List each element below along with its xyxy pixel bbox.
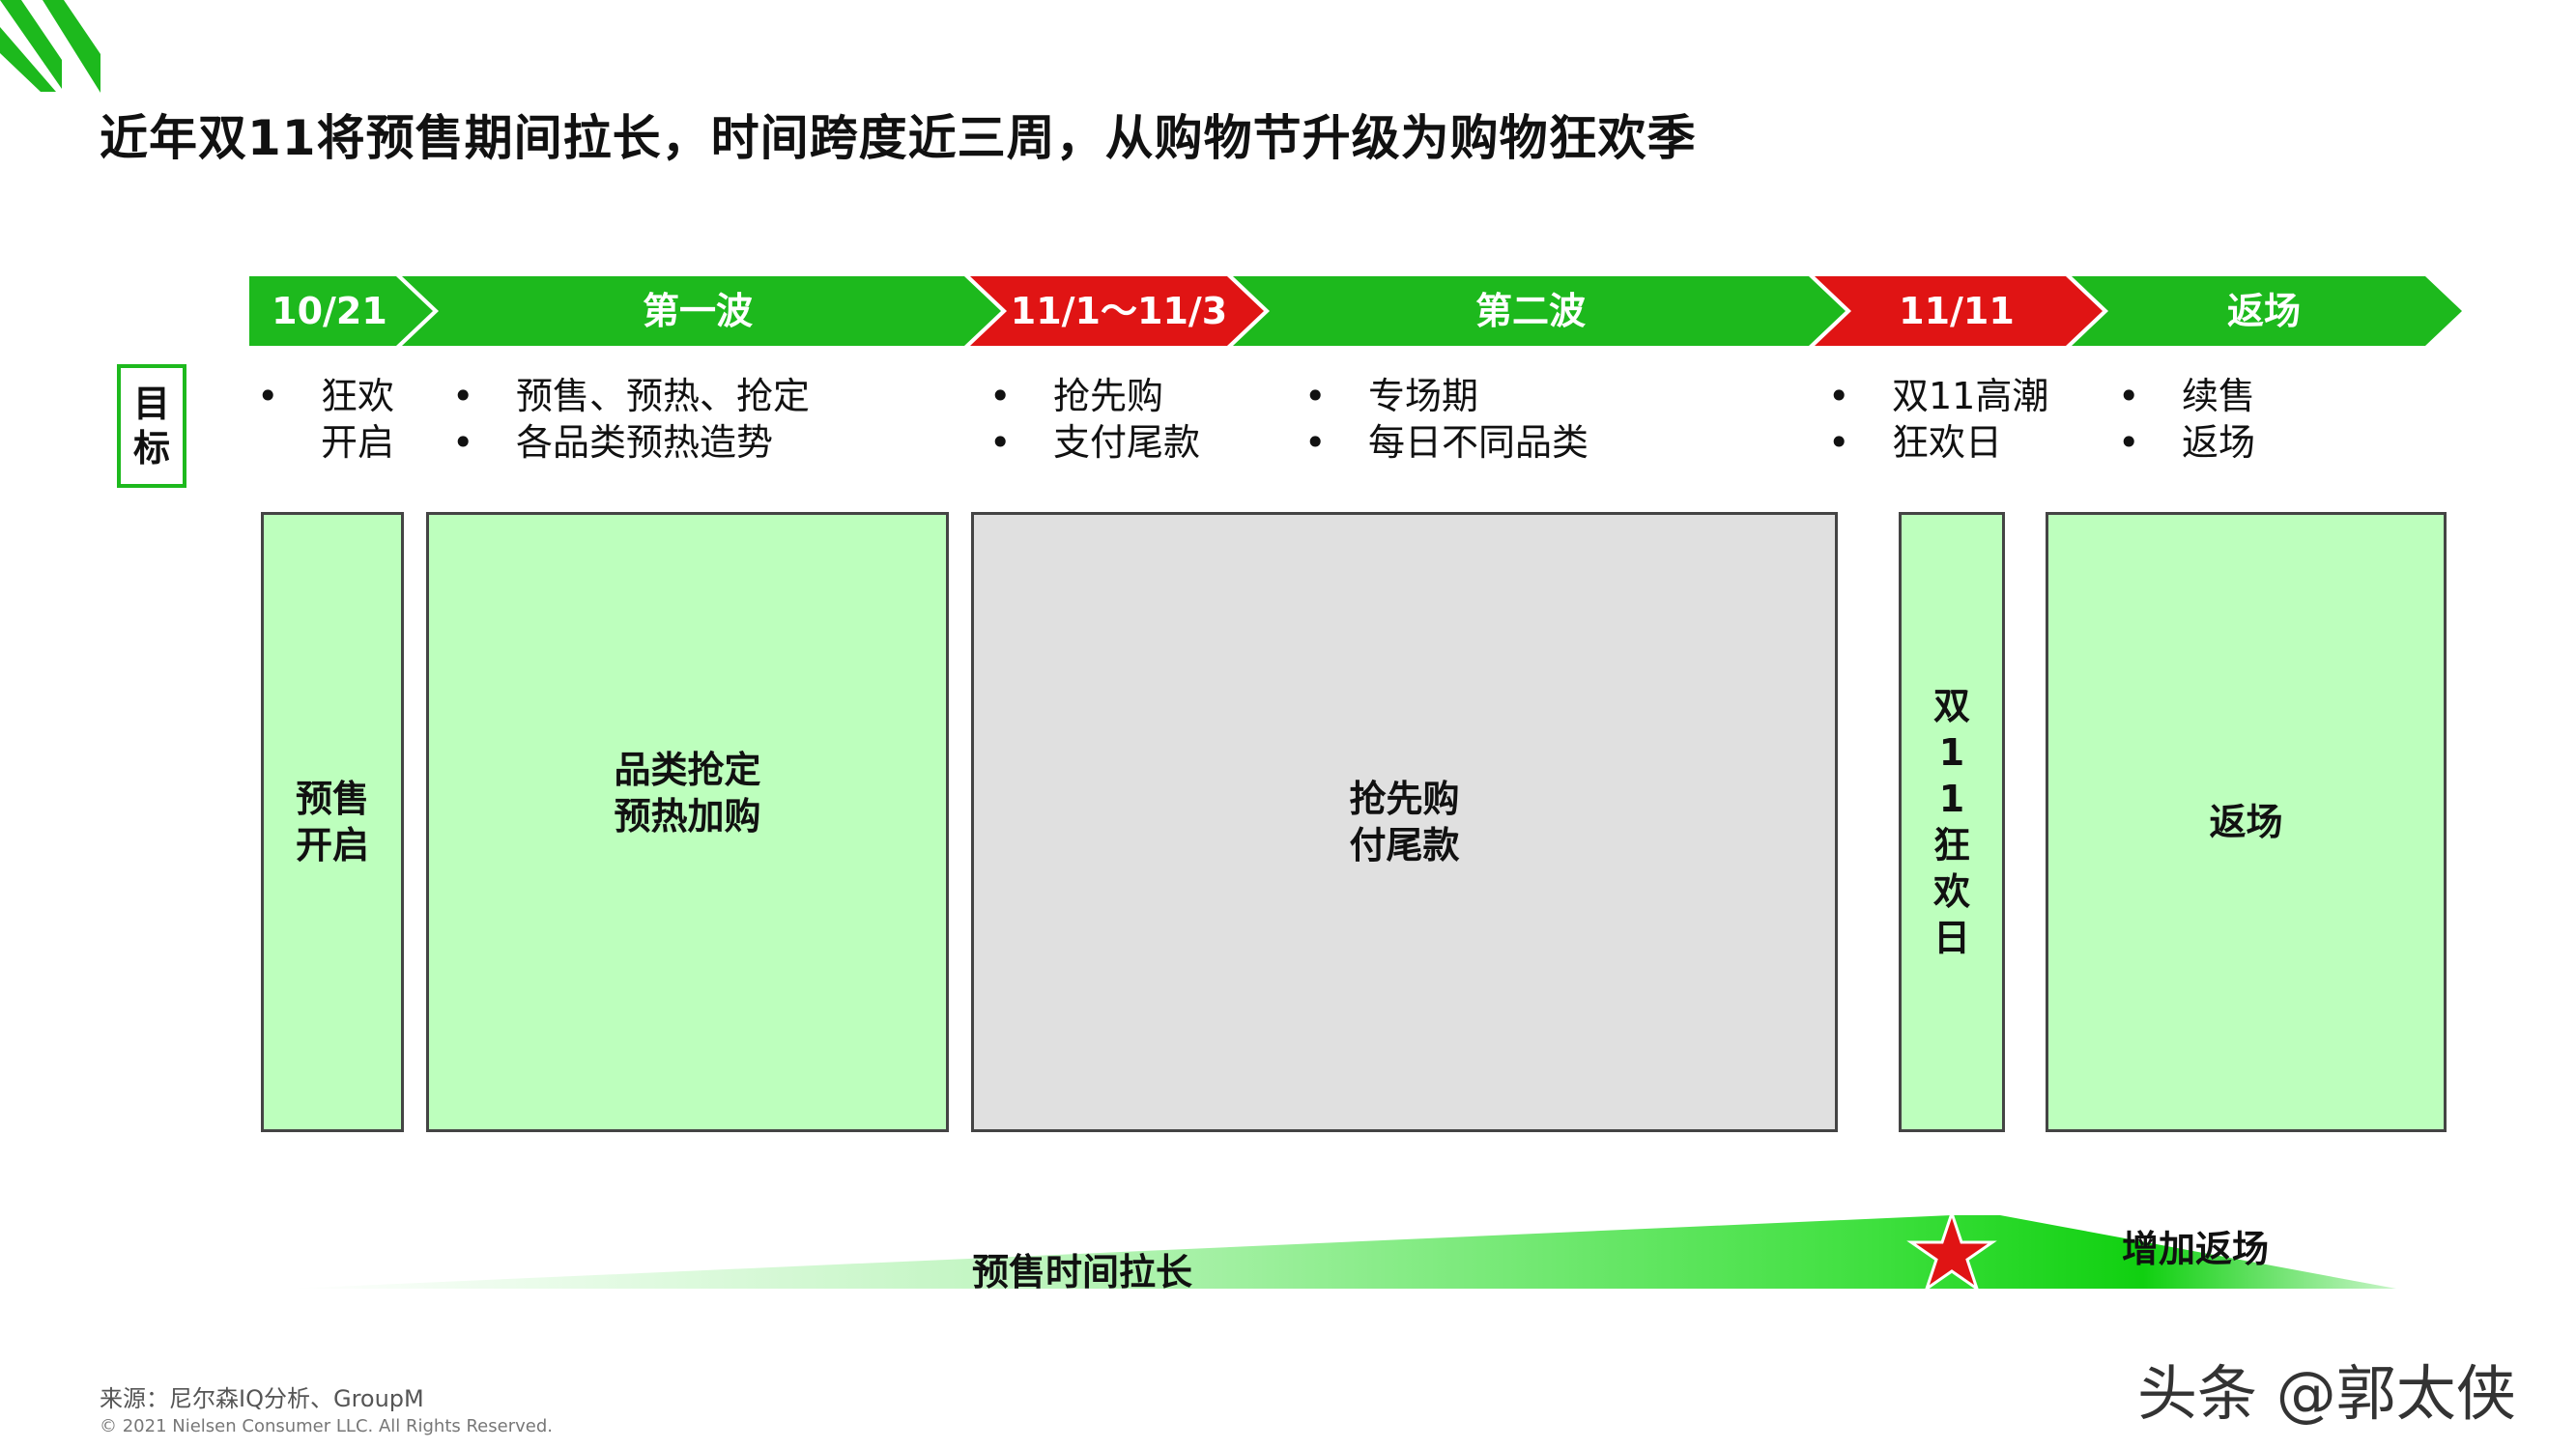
phase-label: 第一波 <box>642 290 753 332</box>
stage-text: 付尾款 <box>1349 824 1460 867</box>
goal-column: 双11高潮 狂欢日 <box>1828 373 2048 466</box>
goal-item: 支付尾款 <box>989 419 1200 466</box>
stage-box-return: 返场 <box>2046 512 2447 1132</box>
goal-item: 开启 <box>321 421 395 464</box>
stage-box-presale: 预售 开启 <box>261 512 404 1132</box>
phase-label: 11/1～11/3 <box>1010 290 1228 332</box>
goal-item: 返场 <box>2118 419 2255 466</box>
goal-column: 抢先购 支付尾款 <box>989 373 1200 466</box>
phase-label: 返场 <box>2226 290 2301 332</box>
goal-item: 专场期 <box>1304 373 1589 419</box>
goal-item: 双11高潮 <box>1828 373 2048 419</box>
trend-label-left: 预售时间拉长 <box>972 1251 1193 1293</box>
page-title: 近年双11将预售期间拉长，时间跨度近三周，从购物节升级为购物狂欢季 <box>100 110 1697 166</box>
goal-item: 狂欢 <box>257 373 394 419</box>
corner-logo <box>0 0 100 93</box>
goal-label-char: 标 <box>132 427 170 469</box>
goal-column: 专场期 每日不同品类 <box>1304 373 1589 466</box>
stage-box-double-eleven: 双11狂欢日 <box>1899 512 2005 1132</box>
goal-column: 续售 返场 <box>2118 373 2255 466</box>
phase-label: 第二波 <box>1474 290 1586 332</box>
goal-label: 目 标 <box>117 364 186 488</box>
goal-item: 预售、预热、抢定 <box>452 373 810 419</box>
goal-column: 预售、预热、抢定 各品类预热造势 <box>452 373 810 466</box>
goal-item: 每日不同品类 <box>1304 419 1589 466</box>
stage-box-wave-two: 抢先购 付尾款 <box>971 512 1838 1132</box>
stage-text: 预售 <box>295 778 369 820</box>
trend-wedge <box>290 1208 2396 1293</box>
stage-text: 品类抢定 <box>614 749 761 791</box>
phase-label: 11/11 <box>1899 290 2015 332</box>
stage-text: 预热加购 <box>614 795 761 838</box>
source-note: 来源：尼尔森IQ分析、GroupM <box>100 1385 424 1412</box>
goal-item: 抢先购 <box>989 373 1200 419</box>
stage-box-wave-one: 品类抢定 预热加购 <box>426 512 949 1132</box>
goal-column: 狂欢 开启 <box>257 373 394 466</box>
goal-item: 各品类预热造势 <box>452 419 810 466</box>
stage-text: 开启 <box>295 824 369 867</box>
stage-text: 返场 <box>2209 801 2283 843</box>
goal-item: 续售 <box>2118 373 2255 419</box>
copyright-note: © 2021 Nielsen Consumer LLC. All Rights … <box>100 1416 553 1436</box>
watermark: 头条 @郭太侠 <box>2137 1358 2516 1429</box>
goal-item: 狂欢日 <box>1828 419 2048 466</box>
stage-text: 双11狂欢日 <box>1932 685 1970 959</box>
stage-text: 抢先购 <box>1349 778 1460 820</box>
goal-label-char: 目 <box>132 383 170 425</box>
phase-label: 10/21 <box>272 290 387 332</box>
trend-label-right: 增加返场 <box>2122 1228 2270 1270</box>
